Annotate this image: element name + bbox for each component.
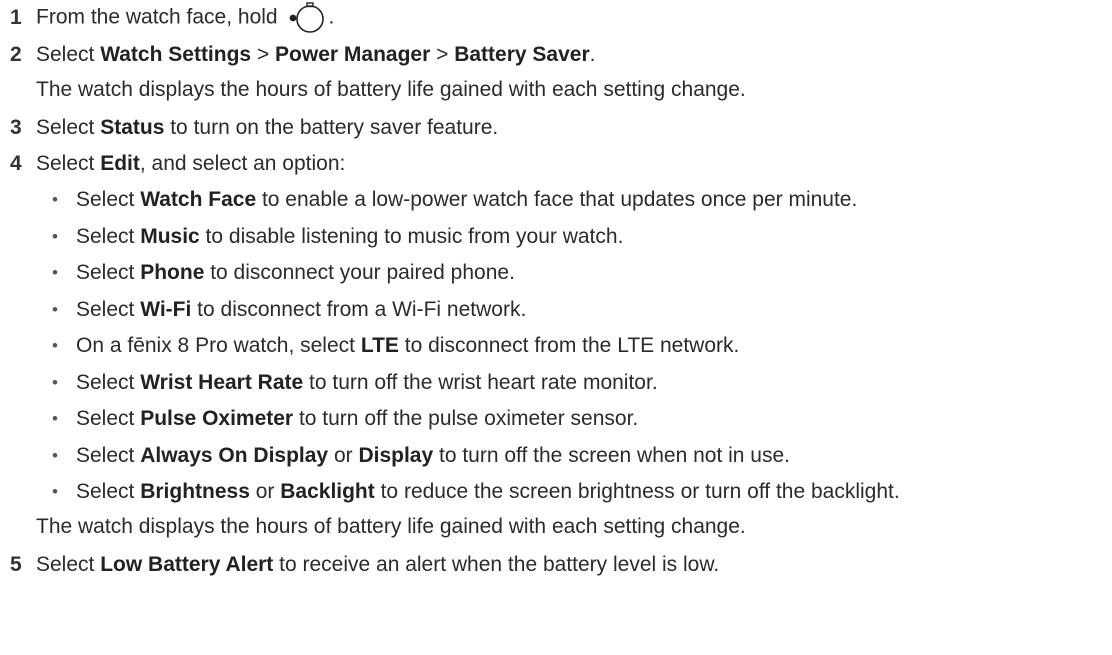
bullet: • [52, 482, 58, 501]
bullet: • [52, 336, 58, 355]
bullet: • [52, 300, 58, 319]
option-item: • Select Music to disable listening to m… [52, 225, 624, 248]
step-5: 5 Select Low Battery Alert to receive an… [0, 549, 1112, 581]
step-text: From the watch face, hold . [36, 1, 334, 35]
step-4: 4 Select Edit, and select an option: [0, 148, 1112, 180]
step-number: 1 [10, 6, 22, 29]
option-item: • Select Brightness or Backlight to redu… [52, 480, 900, 503]
option-item: • Select Always On Display or Display to… [52, 444, 790, 467]
step-2: 2 Select Watch Settings > Power Manager … [0, 39, 1112, 71]
bullet: • [52, 227, 58, 246]
step-number: 5 [10, 553, 22, 576]
bullet: • [52, 409, 58, 428]
step-text: Select Watch Settings > Power Manager > … [36, 43, 596, 66]
step-text: Select Edit, and select an option: [36, 152, 346, 175]
option-item: • Select Pulse Oximeter to turn off the … [52, 407, 639, 430]
bullet: • [52, 263, 58, 282]
step-1: 1 From the watch face, hold . [0, 2, 1112, 34]
step-4-note: The watch displays the hours of battery … [36, 515, 746, 538]
bullet: • [52, 373, 58, 392]
step-3: 3 Select Status to turn on the battery s… [0, 112, 1112, 144]
bullet: • [52, 190, 58, 209]
bullet: • [52, 446, 58, 465]
step-text: Select Low Battery Alert to receive an a… [36, 553, 720, 576]
option-item: • Select Watch Face to enable a low-powe… [52, 188, 858, 211]
step-number: 4 [10, 152, 22, 175]
option-item: • Select Wi-Fi to disconnect from a Wi-F… [52, 298, 527, 321]
option-item: • Select Wrist Heart Rate to turn off th… [52, 371, 658, 394]
watch-button-icon [289, 1, 327, 35]
step-2-note: The watch displays the hours of battery … [36, 78, 746, 101]
step-number: 3 [10, 116, 22, 139]
option-item: • Select Phone to disconnect your paired… [52, 261, 515, 284]
option-item: • On a fēnix 8 Pro watch, select LTE to … [52, 334, 740, 357]
instruction-list: 1 From the watch face, hold . 2 Select W… [0, 0, 1112, 655]
step-text: Select Status to turn on the battery sav… [36, 116, 499, 139]
step-number: 2 [10, 43, 22, 66]
